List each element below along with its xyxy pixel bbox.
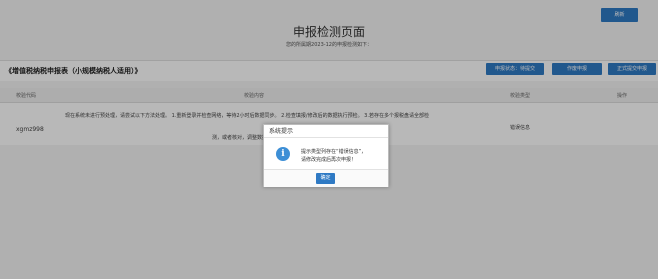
confirm-button[interactable]: 确定 <box>316 173 335 184</box>
dialog-title: 系统提示 <box>264 125 388 138</box>
system-prompt-dialog: 系统提示 i 提示类型列存在“错误信息”， 请修改完成后再次申报！ 确定 <box>263 124 389 187</box>
dialog-message-line2: 请修改完成后再次申报！ <box>301 157 357 163</box>
dialog-message-line1: 提示类型列存在“错误信息”， <box>301 149 367 155</box>
dialog-footer: 确定 <box>264 169 388 187</box>
info-icon: i <box>276 147 290 161</box>
